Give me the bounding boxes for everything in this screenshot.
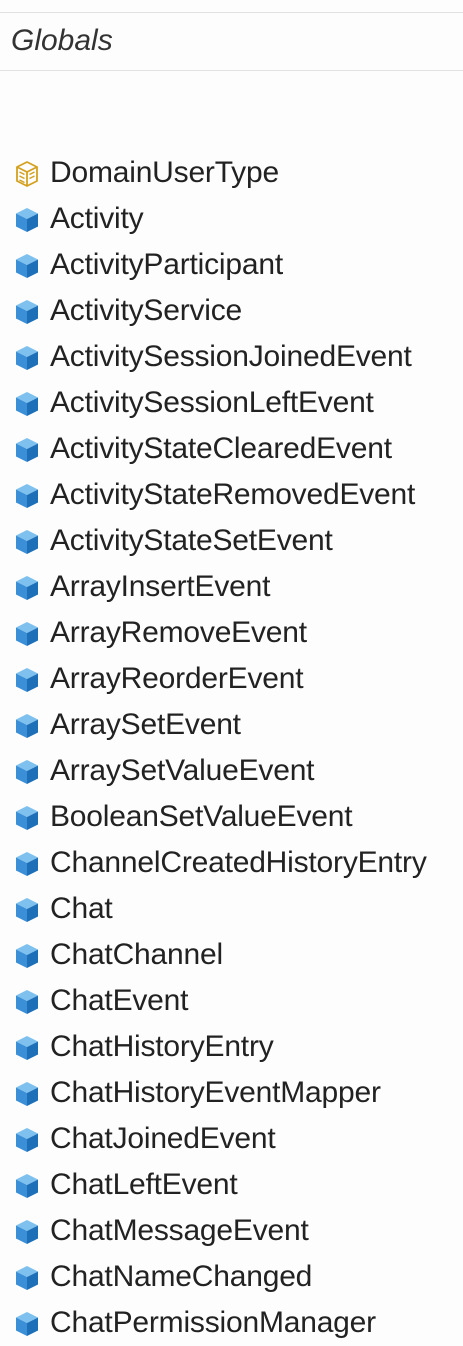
class-icon [14, 620, 40, 648]
list-item-label[interactable]: ChannelCreatedHistoryEntry [50, 844, 427, 882]
list-item-label[interactable]: ArrayReorderEvent [50, 660, 304, 698]
list-item-label[interactable]: ActivitySessionJoinedEvent [50, 338, 412, 376]
list-item[interactable]: DomainUserType [0, 150, 463, 196]
list-item-label[interactable]: ArraySetValueEvent [50, 752, 315, 790]
panel-title: Globals [11, 24, 113, 57]
list-item-label[interactable]: ChatJoinedEvent [50, 1120, 276, 1158]
list-item-label[interactable]: ChatHistoryEventMapper [50, 1074, 381, 1112]
class-icon [14, 758, 40, 786]
class-icon [14, 482, 40, 510]
list-item[interactable]: ArrayRemoveEvent [0, 610, 463, 656]
list-item[interactable]: ChatChannel [0, 932, 463, 978]
list-item-label[interactable]: ChatHistoryEntry [50, 1028, 274, 1066]
list-item[interactable]: ActivitySessionLeftEvent [0, 380, 463, 426]
list-item[interactable]: ActivityStateSetEvent [0, 518, 463, 564]
class-icon [14, 988, 40, 1016]
globals-list: DomainUserType Activity ActivityParticipan… [0, 150, 463, 1346]
list-item-label[interactable]: ArrayRemoveEvent [50, 614, 307, 652]
class-icon [14, 804, 40, 832]
type-alias-icon [14, 160, 40, 188]
class-icon [14, 1080, 40, 1108]
list-item-label[interactable]: Chat [50, 890, 113, 928]
class-icon [14, 850, 40, 878]
list-item[interactable]: ActivityStateRemovedEvent [0, 472, 463, 518]
list-item-label[interactable]: ActivityStateRemovedEvent [50, 476, 415, 514]
list-item[interactable]: ChatNameChanged [0, 1254, 463, 1300]
class-icon [14, 666, 40, 694]
list-item[interactable]: ActivityParticipant [0, 242, 463, 288]
list-item[interactable]: ChatJoinedEvent [0, 1116, 463, 1162]
list-item-label[interactable]: ChatLeftEvent [50, 1166, 238, 1204]
list-item[interactable]: ChatHistoryEventMapper [0, 1070, 463, 1116]
list-item-label[interactable]: ChatPermissionManager [50, 1304, 376, 1342]
list-item[interactable]: ArrayInsertEvent [0, 564, 463, 610]
list-item[interactable]: Activity [0, 196, 463, 242]
list-item-label[interactable]: ChatEvent [50, 982, 188, 1020]
class-icon [14, 896, 40, 924]
list-item[interactable]: ChatPermissionManager [0, 1300, 463, 1346]
class-icon [14, 206, 40, 234]
list-item-label[interactable]: ArrayInsertEvent [50, 568, 270, 606]
class-icon [14, 344, 40, 372]
class-icon [14, 942, 40, 970]
list-item[interactable]: ActivityStateClearedEvent [0, 426, 463, 472]
class-icon [14, 1218, 40, 1246]
list-item[interactable]: ChatMessageEvent [0, 1208, 463, 1254]
list-item[interactable]: ActivitySessionJoinedEvent [0, 334, 463, 380]
list-item[interactable]: Chat [0, 886, 463, 932]
class-icon [14, 1034, 40, 1062]
globals-header[interactable]: Globals [0, 13, 463, 71]
list-item[interactable]: ArraySetValueEvent [0, 748, 463, 794]
list-item-label[interactable]: ActivityStateSetEvent [50, 522, 333, 560]
list-item-label[interactable]: BooleanSetValueEvent [50, 798, 353, 836]
list-item-label[interactable]: ChatNameChanged [50, 1258, 312, 1296]
list-item-label[interactable]: Activity [50, 200, 144, 238]
list-item-label[interactable]: DomainUserType [50, 154, 279, 192]
list-item[interactable]: ChatHistoryEntry [0, 1024, 463, 1070]
list-item-label[interactable]: ChatMessageEvent [50, 1212, 309, 1250]
class-icon [14, 436, 40, 464]
class-icon [14, 252, 40, 280]
list-item[interactable]: ActivityService [0, 288, 463, 334]
class-icon [14, 1264, 40, 1292]
class-icon [14, 528, 40, 556]
class-icon [14, 298, 40, 326]
list-item-label[interactable]: ActivityStateClearedEvent [50, 430, 392, 468]
list-item[interactable]: BooleanSetValueEvent [0, 794, 463, 840]
list-item-label[interactable]: ActivityService [50, 292, 242, 330]
class-icon [14, 1310, 40, 1338]
class-icon [14, 1172, 40, 1200]
class-icon [14, 1126, 40, 1154]
list-item[interactable]: ChannelCreatedHistoryEntry [0, 840, 463, 886]
class-icon [14, 712, 40, 740]
list-item-label[interactable]: ArraySetEvent [50, 706, 241, 744]
list-item[interactable]: ArraySetEvent [0, 702, 463, 748]
list-item-label[interactable]: ActivityParticipant [50, 246, 283, 284]
list-item[interactable]: ArrayReorderEvent [0, 656, 463, 702]
list-item[interactable]: ChatLeftEvent [0, 1162, 463, 1208]
list-item-label[interactable]: ChatChannel [50, 936, 223, 974]
list-item[interactable]: ChatEvent [0, 978, 463, 1024]
list-item-label[interactable]: ActivitySessionLeftEvent [50, 384, 374, 422]
class-icon [14, 390, 40, 418]
class-icon [14, 574, 40, 602]
